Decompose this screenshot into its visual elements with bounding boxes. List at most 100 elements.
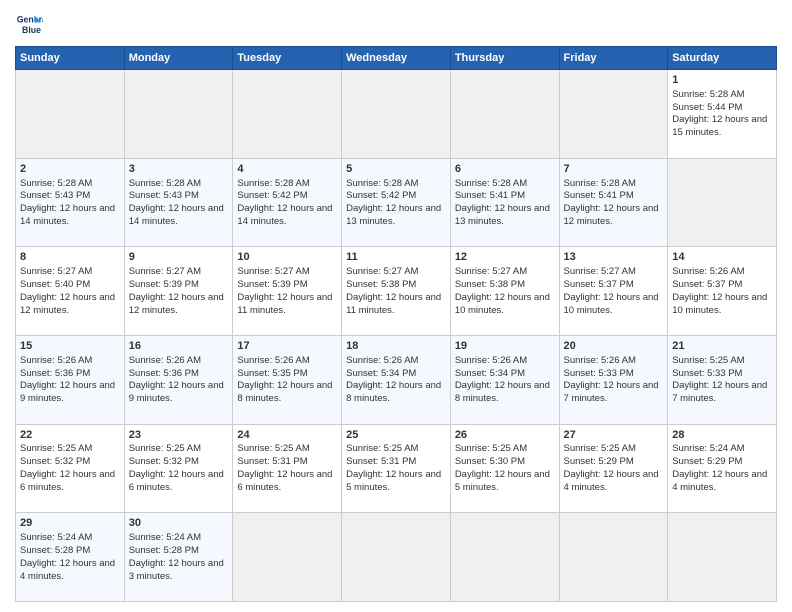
col-header-tuesday: Tuesday	[233, 47, 342, 70]
sunrise: Sunrise: 5:28 AM	[346, 178, 418, 189]
sunset: Sunset: 5:28 PM	[20, 545, 90, 556]
sunrise: Sunrise: 5:25 AM	[346, 443, 418, 454]
sunset: Sunset: 5:44 PM	[672, 102, 742, 113]
calendar-cell: 26Sunrise: 5:25 AMSunset: 5:30 PMDayligh…	[450, 424, 559, 513]
sunset: Sunset: 5:32 PM	[20, 456, 90, 467]
day-number: 8	[20, 250, 120, 265]
day-number: 7	[564, 162, 664, 177]
sunset: Sunset: 5:31 PM	[237, 456, 307, 467]
calendar-cell	[668, 158, 777, 247]
day-number: 10	[237, 250, 337, 265]
sunset: Sunset: 5:43 PM	[129, 190, 199, 201]
day-number: 30	[129, 516, 229, 531]
sunrise: Sunrise: 5:25 AM	[455, 443, 527, 454]
daylight: Daylight: 12 hours and 15 minutes.	[672, 114, 767, 138]
calendar-cell: 22Sunrise: 5:25 AMSunset: 5:32 PMDayligh…	[16, 424, 125, 513]
daylight: Daylight: 12 hours and 10 minutes.	[564, 292, 659, 316]
calendar-cell	[124, 70, 233, 159]
calendar-cell: 5Sunrise: 5:28 AMSunset: 5:42 PM Daylight…	[342, 158, 451, 247]
svg-text:Blue: Blue	[22, 25, 41, 35]
calendar-cell: 14Sunrise: 5:26 AMSunset: 5:37 PMDayligh…	[668, 247, 777, 336]
svg-text:General: General	[17, 14, 43, 24]
sunset: Sunset: 5:39 PM	[129, 279, 199, 290]
calendar-cell	[233, 70, 342, 159]
calendar-cell	[342, 513, 451, 602]
daylight: Daylight: 12 hours and 9 minutes.	[129, 380, 224, 404]
calendar-cell: 27Sunrise: 5:25 AMSunset: 5:29 PMDayligh…	[559, 424, 668, 513]
sunrise: Sunrise: 5:28 AM	[237, 178, 309, 189]
daylight: Daylight: 12 hours and 5 minutes.	[455, 469, 550, 493]
calendar-cell	[559, 513, 668, 602]
sunset: Sunset: 5:36 PM	[129, 368, 199, 379]
sunrise: Sunrise: 5:25 AM	[672, 355, 744, 366]
sunset: Sunset: 5:33 PM	[672, 368, 742, 379]
week-row-2: 2Sunrise: 5:28 AMSunset: 5:43 PMDaylight…	[16, 158, 777, 247]
day-number: 6	[455, 162, 555, 177]
day-number: 29	[20, 516, 120, 531]
calendar-cell: 9Sunrise: 5:27 AMSunset: 5:39 PMDaylight…	[124, 247, 233, 336]
day-number: 28	[672, 428, 772, 443]
sunset: Sunset: 5:30 PM	[455, 456, 525, 467]
calendar-cell: 3Sunrise: 5:28 AMSunset: 5:43 PMDaylight…	[124, 158, 233, 247]
sunrise: Sunrise: 5:26 AM	[455, 355, 527, 366]
sunset: Sunset: 5:29 PM	[564, 456, 634, 467]
col-header-sunday: Sunday	[16, 47, 125, 70]
daylight: Daylight: 12 hours and 10 minutes.	[455, 292, 550, 316]
sunrise: Sunrise: 5:26 AM	[564, 355, 636, 366]
daylight: Daylight: 12 hours and 12 minutes.	[564, 203, 659, 227]
daylight: Daylight: 12 hours and 10 minutes.	[672, 292, 767, 316]
calendar-cell	[342, 70, 451, 159]
col-header-saturday: Saturday	[668, 47, 777, 70]
day-number: 15	[20, 339, 120, 354]
day-number: 27	[564, 428, 664, 443]
sunrise: Sunrise: 5:25 AM	[20, 443, 92, 454]
sunset: Sunset: 5:32 PM	[129, 456, 199, 467]
daylight: Daylight: 12 hours and 12 minutes.	[20, 292, 115, 316]
daylight: Daylight: 12 hours and 8 minutes.	[237, 380, 332, 404]
sunrise: Sunrise: 5:24 AM	[129, 532, 201, 543]
week-row-1: 1Sunrise: 5:28 AMSunset: 5:44 PMDaylight…	[16, 70, 777, 159]
day-number: 20	[564, 339, 664, 354]
sunrise: Sunrise: 5:28 AM	[455, 178, 527, 189]
sunrise: Sunrise: 5:26 AM	[237, 355, 309, 366]
day-number: 5	[346, 162, 446, 177]
sunset: Sunset: 5:36 PM	[20, 368, 90, 379]
sunset: Sunset: 5:41 PM	[455, 190, 525, 201]
col-header-monday: Monday	[124, 47, 233, 70]
sunrise: Sunrise: 5:26 AM	[129, 355, 201, 366]
calendar-cell: 6Sunrise: 5:28 AMSunset: 5:41 PMDaylight…	[450, 158, 559, 247]
daylight: Daylight: 12 hours and 5 minutes.	[346, 469, 441, 493]
sunset: Sunset: 5:42 PM	[346, 190, 416, 201]
calendar-cell: 21Sunrise: 5:25 AM Sunset: 5:33 PMDayligh…	[668, 335, 777, 424]
calendar-cell: 25Sunrise: 5:25 AMSunset: 5:31 PMDayligh…	[342, 424, 451, 513]
calendar-cell: 7Sunrise: 5:28 AMSunset: 5:41 PMDaylight…	[559, 158, 668, 247]
calendar-cell: 29Sunrise: 5:24 AMSunset: 5:28 PMDayligh…	[16, 513, 125, 602]
calendar-cell: 8Sunrise: 5:27 AMSunset: 5:40 PMDaylight…	[16, 247, 125, 336]
day-number: 21	[672, 339, 772, 354]
col-header-wednesday: Wednesday	[342, 47, 451, 70]
daylight: Daylight: 12 hours and 13 minutes.	[346, 203, 441, 227]
sunrise: Sunrise: 5:27 AM	[20, 266, 92, 277]
calendar-cell	[450, 513, 559, 602]
day-number: 11	[346, 250, 446, 265]
sunset: Sunset: 5:29 PM	[672, 456, 742, 467]
sunrise: Sunrise: 5:28 AM	[672, 89, 744, 100]
sunset: Sunset: 5:38 PM	[455, 279, 525, 290]
daylight: Daylight: 12 hours and 8 minutes.	[455, 380, 550, 404]
calendar-cell: 24Sunrise: 5:25 AMSunset: 5:31 PMDayligh…	[233, 424, 342, 513]
calendar-table: SundayMondayTuesdayWednesdayThursdayFrid…	[15, 46, 777, 602]
daylight: Daylight: 12 hours and 7 minutes.	[672, 380, 767, 404]
sunset: Sunset: 5:38 PM	[346, 279, 416, 290]
sunrise: Sunrise: 5:24 AM	[20, 532, 92, 543]
sunset: Sunset: 5:42 PM	[237, 190, 307, 201]
col-header-thursday: Thursday	[450, 47, 559, 70]
calendar-cell: 28Sunrise: 5:24 AMSunset: 5:29 PMDayligh…	[668, 424, 777, 513]
sunrise: Sunrise: 5:24 AM	[672, 443, 744, 454]
calendar-cell: 30Sunrise: 5:24 AMSunset: 5:28 PMDayligh…	[124, 513, 233, 602]
day-number: 25	[346, 428, 446, 443]
calendar-cell: 1Sunrise: 5:28 AMSunset: 5:44 PMDaylight…	[668, 70, 777, 159]
sunset: Sunset: 5:34 PM	[455, 368, 525, 379]
sunset: Sunset: 5:41 PM	[564, 190, 634, 201]
header-row: SundayMondayTuesdayWednesdayThursdayFrid…	[16, 47, 777, 70]
day-number: 19	[455, 339, 555, 354]
